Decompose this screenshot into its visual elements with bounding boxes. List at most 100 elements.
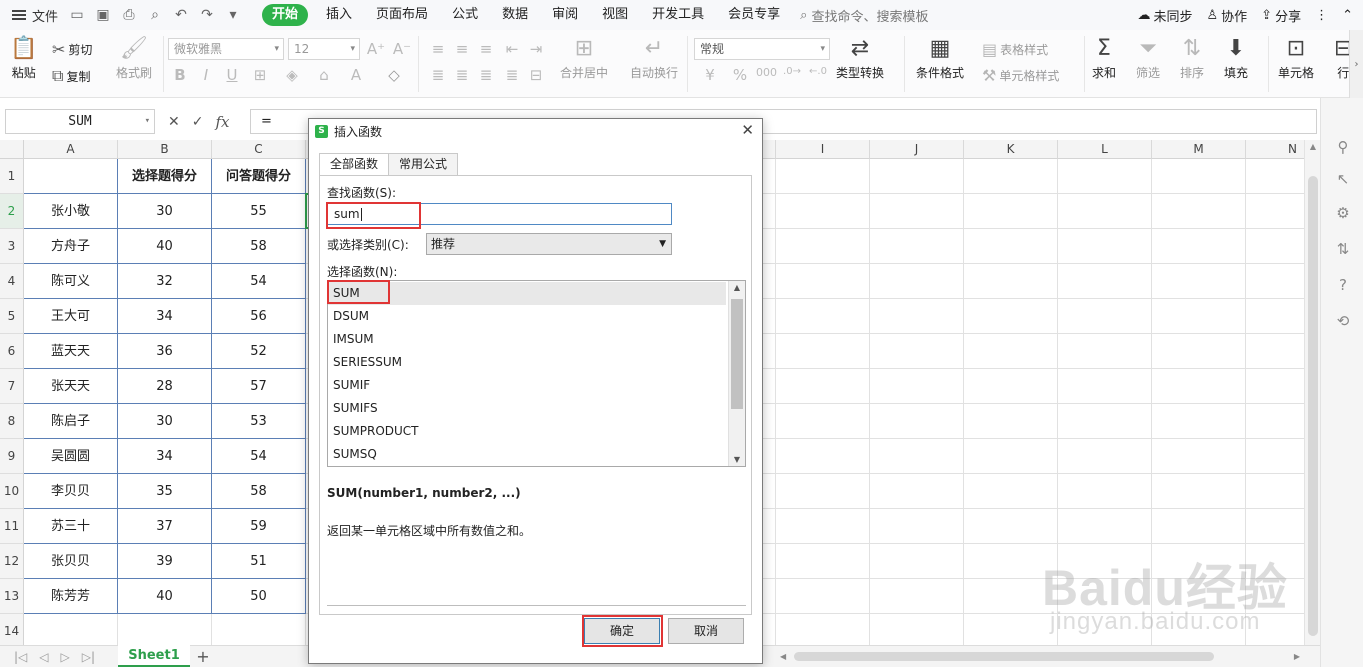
cell-i10[interactable] [776,474,870,509]
cell-b6[interactable]: 36 [118,334,212,369]
cell-a6[interactable]: 蓝天天 [24,334,118,369]
cut-button[interactable]: ✂ 剪切 [52,40,92,59]
cell-a2[interactable]: 张小敬 [24,194,118,229]
cell-j12[interactable] [870,544,964,579]
first-sheet-icon[interactable]: |◁ [14,650,27,664]
cell-n7[interactable] [1246,369,1304,404]
scroll-right-icon[interactable]: ▶ [1294,650,1300,663]
number-format-select[interactable]: 常规 ▾ [694,38,830,60]
cell-j14[interactable] [870,614,964,645]
cell-l11[interactable] [1058,509,1152,544]
function-item-sumifs[interactable]: SUMIFS [328,397,726,420]
column-header-m[interactable]: M [1152,140,1246,159]
open-folder-icon[interactable]: ▭ [68,7,86,23]
fx-icon[interactable]: fx [215,113,229,131]
quick-access-dropdown-icon[interactable]: ▾ [224,7,242,23]
cell-i5[interactable] [776,299,870,334]
type-convert-button[interactable]: ⇄ 类型转换 [836,34,884,81]
align-bottom-icon[interactable]: ≡ [476,40,496,58]
cell-l3[interactable] [1058,229,1152,264]
cell-k5[interactable] [964,299,1058,334]
cell-n11[interactable] [1246,509,1304,544]
cell-i11[interactable] [776,509,870,544]
cell-j13[interactable] [870,579,964,614]
cell-c1[interactable]: 问答题得分 [212,159,306,194]
cancel-icon[interactable]: ✕ [168,114,180,130]
auto-wrap-button[interactable]: ↵ 自动换行 [630,34,678,81]
cell-a10[interactable]: 李贝贝 [24,474,118,509]
font-size-select[interactable]: 12 ▾ [288,38,360,60]
cell-j7[interactable] [870,369,964,404]
redo-icon[interactable]: ↷ [198,7,216,23]
column-header-k[interactable]: K [964,140,1058,159]
confirm-icon[interactable]: ✓ [192,114,204,130]
justify-icon[interactable]: ≣ [502,66,522,84]
cell-m12[interactable] [1152,544,1246,579]
column-header-b[interactable]: B [118,140,212,159]
add-sheet-icon[interactable]: + [194,646,212,667]
row-header-3[interactable]: 3 [0,229,24,264]
tab-common-formulas[interactable]: 常用公式 [388,153,459,176]
next-sheet-icon[interactable]: ▷ [61,650,70,664]
cell-c13[interactable]: 50 [212,579,306,614]
cell-b4[interactable]: 32 [118,264,212,299]
cell-l10[interactable] [1058,474,1152,509]
tab-all-functions[interactable]: 全部函数 [319,153,390,176]
cancel-button[interactable]: 取消 [668,618,744,644]
cell-n3[interactable] [1246,229,1304,264]
cell-k9[interactable] [964,439,1058,474]
sync-button[interactable]: ☁ 未同步 [1137,6,1192,25]
cell-n2[interactable] [1246,194,1304,229]
cell-b2[interactable]: 30 [118,194,212,229]
grow-font-icon[interactable]: A⁺ [366,40,386,58]
cell-i14[interactable] [776,614,870,645]
cell-b13[interactable]: 40 [118,579,212,614]
cell-b14[interactable] [118,614,212,645]
cell-a5[interactable]: 王大可 [24,299,118,334]
cell-l5[interactable] [1058,299,1152,334]
cell-m4[interactable] [1152,264,1246,299]
tab-home[interactable]: 开始 [262,4,309,26]
cell-k1[interactable] [964,159,1058,194]
cell-i3[interactable] [776,229,870,264]
function-item-seriessum[interactable]: SERIESSUM [328,351,726,374]
currency-icon[interactable]: ¥ [700,66,720,84]
cell-m13[interactable] [1152,579,1246,614]
cell-c14[interactable] [212,614,306,645]
border-icon[interactable]: ⊞ [250,66,270,84]
cell-k3[interactable] [964,229,1058,264]
cell-j5[interactable] [870,299,964,334]
merge-center-button[interactable]: ⊞ 合并居中 [560,34,608,81]
cell-m7[interactable] [1152,369,1246,404]
cell-b3[interactable]: 40 [118,229,212,264]
collab-button[interactable]: ♙ 协作 [1207,6,1248,25]
row-header-5[interactable]: 5 [0,299,24,334]
undo-icon[interactable]: ↶ [172,7,190,23]
function-item-dsum[interactable]: DSUM [328,305,726,328]
category-select[interactable]: 推荐 ▼ [426,233,672,255]
highlight-icon[interactable]: ⌂ [314,66,334,84]
cell-a8[interactable]: 陈启子 [24,404,118,439]
conditional-format-button[interactable]: ▦ 条件格式 [916,34,964,81]
column-header-a[interactable]: A [24,140,118,159]
cell-l12[interactable] [1058,544,1152,579]
cell-m9[interactable] [1152,439,1246,474]
sort-button[interactable]: ⇅ 排序 [1180,34,1204,81]
cell-j4[interactable] [870,264,964,299]
function-item-sumif[interactable]: SUMIF [328,374,726,397]
increase-decimal-icon[interactable]: .0→ [782,66,802,77]
align-left-icon[interactable]: ≣ [428,66,448,84]
help-icon[interactable]: ? [1333,276,1353,294]
row-header-7[interactable]: 7 [0,369,24,404]
cell-j6[interactable] [870,334,964,369]
cell-b9[interactable]: 34 [118,439,212,474]
percent-icon[interactable]: % [730,66,750,84]
cell-a11[interactable]: 苏三十 [24,509,118,544]
cell-m11[interactable] [1152,509,1246,544]
horizontal-scroll-thumb[interactable] [794,652,1214,661]
eraser-icon[interactable]: ◇ [384,66,404,84]
row-header-8[interactable]: 8 [0,404,24,439]
prev-sheet-icon[interactable]: ◁ [39,650,48,664]
cell-c4[interactable]: 54 [212,264,306,299]
cell-k4[interactable] [964,264,1058,299]
